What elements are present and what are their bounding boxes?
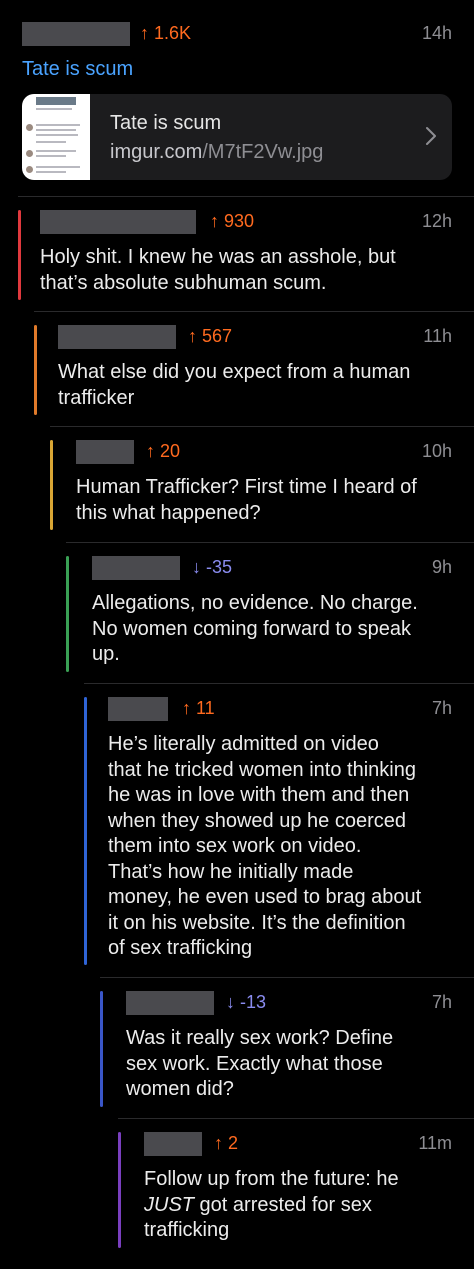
comment-line: of sex trafficking: [108, 937, 253, 959]
comment[interactable]: ↑ 930 12h Holy shit. I knew he was an as…: [18, 196, 474, 311]
comment-line: that’s absolute subhuman scum.: [40, 271, 327, 294]
comment-line: Follow up from the future: he: [144, 1168, 399, 1190]
comment-line: Human Trafficker? First time I heard of: [76, 476, 417, 498]
comment-line: What else did you expect from a human: [58, 361, 411, 383]
comment-score[interactable]: ↑ 20: [146, 441, 180, 462]
comment-score[interactable]: ↑ 930: [210, 211, 254, 232]
link-url: imgur.com/M7tF2Vw.jpg: [110, 141, 323, 164]
comment-time: 10h: [421, 441, 452, 461]
redacted-username: [22, 22, 130, 46]
emphasis-text: JUST: [144, 1193, 194, 1216]
thread-depth-bar: [50, 440, 53, 530]
comment[interactable]: ↑ 567 11h What else did you expect from …: [34, 311, 474, 426]
comment-score[interactable]: ↑ 2: [214, 1133, 238, 1154]
redacted-username: [108, 697, 168, 721]
comment-body: Follow up from the future: he JUST got a…: [144, 1167, 452, 1244]
comment-line: he was in love with them and then: [108, 784, 410, 806]
comment-body: Holy shit. I knew he was an asshole, but…: [40, 245, 452, 296]
comment-body: Was it really sex work? Define sex work. …: [126, 1026, 452, 1103]
link-title: Tate is scum: [110, 112, 222, 134]
comment-time: 9h: [431, 557, 452, 577]
comment-time: 12h: [421, 211, 452, 231]
thread-depth-bar: [34, 325, 37, 415]
comment-line: No women coming forward to speak: [92, 617, 412, 640]
comment[interactable]: ↑ 11 7h He’s literally admitted on video…: [84, 683, 474, 977]
post-title[interactable]: Tate is scum: [22, 58, 133, 81]
redacted-username: [144, 1132, 202, 1156]
comment-time: 11m: [418, 1133, 452, 1153]
redacted-username: [126, 991, 214, 1015]
comment-score[interactable]: ↓ -13: [226, 992, 266, 1013]
comment-line: women did?: [126, 1078, 234, 1100]
link-path: /M7tF2Vw.jpg: [202, 141, 324, 163]
link-preview-card[interactable]: Tate is scum imgur.com/M7tF2Vw.jpg: [22, 94, 452, 180]
comment-line: them into sex work on video.: [108, 835, 362, 857]
comment-body: Allegations, no evidence. No charge. No w…: [92, 591, 452, 668]
thread-depth-bar: [66, 556, 69, 672]
comment-body: He’s literally admitted on video that he …: [108, 732, 452, 962]
comment-line: JUST got arrested for sex: [144, 1193, 372, 1216]
comment-line: when they showed up he coerced: [108, 809, 406, 832]
comment-line: That’s how he initially made: [108, 860, 354, 883]
comment-line: Holy shit. I knew he was an asshole, but: [40, 246, 396, 268]
link-thumbnail: [22, 94, 90, 180]
comment-line: trafficker: [58, 386, 135, 409]
comment[interactable]: ↑ 2 11m Follow up from the future: he JU…: [118, 1118, 474, 1269]
chevron-right-icon: [426, 127, 436, 145]
comment-line: trafficking: [144, 1219, 230, 1241]
comment-line: it on his website. It’s the definition: [108, 911, 406, 934]
post-time: 14h: [421, 23, 452, 43]
comment[interactable]: ↓ -35 9h Allegations, no evidence. No ch…: [66, 542, 474, 683]
comment-line: Allegations, no evidence. No charge.: [92, 592, 418, 614]
comment-line: sex work. Exactly what those: [126, 1052, 383, 1075]
post-header: ↑ 1.6K 14h: [22, 22, 452, 48]
comment-line: this what happened?: [76, 501, 261, 524]
comment-time: 11h: [423, 326, 452, 346]
comment-score[interactable]: ↑ 11: [182, 698, 215, 719]
comment-line: He’s literally admitted on video: [108, 733, 379, 755]
comment-line: that he tricked women into thinking: [108, 758, 416, 781]
link-domain: imgur.com: [110, 141, 203, 163]
redacted-username: [76, 440, 134, 464]
comment-score[interactable]: ↓ -35: [192, 557, 232, 578]
comment-line: Was it really sex work? Define: [126, 1027, 394, 1049]
thread-depth-bar: [84, 697, 87, 965]
comment-line: up.: [92, 643, 120, 665]
redacted-username: [92, 556, 180, 580]
post-score[interactable]: ↑ 1.6K: [140, 23, 191, 44]
thread-depth-bar: [100, 991, 103, 1107]
comment[interactable]: ↑ 20 10h Human Trafficker? First time I …: [50, 426, 474, 541]
redacted-username: [58, 325, 176, 349]
thread-depth-bar: [118, 1132, 121, 1248]
comment-time: 7h: [431, 992, 452, 1012]
comment-body: What else did you expect from a human tra…: [58, 360, 452, 411]
comment-score[interactable]: ↑ 567: [188, 326, 232, 347]
redacted-username: [40, 210, 196, 234]
comment-time: 7h: [431, 698, 452, 718]
comment[interactable]: ↓ -13 7h Was it really sex work? Define s…: [100, 977, 474, 1118]
thread-depth-bar: [18, 210, 21, 300]
comment-body: Human Trafficker? First time I heard of t…: [76, 475, 452, 526]
comment-line: money, he even used to brag about: [108, 886, 422, 908]
